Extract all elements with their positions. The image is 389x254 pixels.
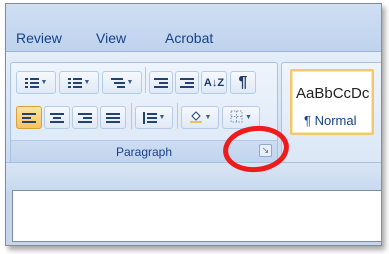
numbering-icon xyxy=(67,77,82,89)
numbering-button[interactable]: ▼ xyxy=(59,71,99,94)
style-name: ¶ Normal xyxy=(304,113,357,128)
bullets-button[interactable]: ▼ xyxy=(16,71,56,94)
center-button[interactable] xyxy=(44,106,70,129)
word-window: Review View Acrobat ▼ ▼ ▼ A↓Z ¶ ▼ ▼ ▼ Pa… xyxy=(5,3,382,246)
shading-button[interactable]: ▼ xyxy=(181,106,219,129)
pilcrow-icon: ¶ xyxy=(238,73,248,91)
align-right-icon xyxy=(78,112,92,124)
align-left-button[interactable] xyxy=(16,106,42,129)
document-background xyxy=(6,162,381,192)
divider xyxy=(145,67,146,93)
justify-button[interactable] xyxy=(100,106,126,129)
chevron-down-icon: ▼ xyxy=(126,79,134,86)
tab-review[interactable]: Review xyxy=(16,30,62,46)
divider xyxy=(177,103,178,129)
paint-bucket-icon xyxy=(189,109,203,126)
chevron-down-icon: ▼ xyxy=(40,79,48,86)
multilevel-list-button[interactable]: ▼ xyxy=(102,71,142,94)
document-page[interactable] xyxy=(12,190,381,242)
decrease-indent-icon xyxy=(154,77,168,89)
increase-indent-icon xyxy=(180,77,194,89)
style-normal[interactable]: AaBbCcDc ¶ Normal xyxy=(290,69,374,135)
sort-icon: A↓Z xyxy=(203,76,225,89)
line-spacing-button[interactable]: ▼ xyxy=(135,106,173,129)
divider xyxy=(131,103,132,129)
border-icon xyxy=(230,110,243,126)
show-formatting-button[interactable]: ¶ xyxy=(230,71,256,94)
style-sample-text: AaBbCcDc xyxy=(296,85,370,102)
align-center-icon xyxy=(50,112,64,124)
tab-view[interactable]: View xyxy=(96,30,126,46)
align-left-icon xyxy=(22,112,36,124)
chevron-down-icon: ▼ xyxy=(204,114,212,121)
bullets-icon xyxy=(24,77,39,89)
chevron-down-icon: ▼ xyxy=(245,114,252,121)
align-right-button[interactable] xyxy=(72,106,98,129)
multilevel-list-icon xyxy=(110,77,125,89)
chevron-down-icon: ▼ xyxy=(158,114,166,121)
ribbon-home-panel: ▼ ▼ ▼ A↓Z ¶ ▼ ▼ ▼ Paragraph ↘ AaBbCcDc ¶… xyxy=(6,51,381,164)
sort-button[interactable]: A↓Z xyxy=(201,71,227,94)
chevron-down-icon: ▼ xyxy=(83,79,91,86)
decrease-indent-button[interactable] xyxy=(149,71,173,94)
justify-icon xyxy=(106,112,120,124)
tab-acrobat[interactable]: Acrobat xyxy=(165,30,213,46)
ribbon-tabs: Review View Acrobat xyxy=(6,4,381,51)
increase-indent-button[interactable] xyxy=(175,71,199,94)
line-spacing-icon xyxy=(142,111,157,124)
styles-group: AaBbCcDc ¶ Normal xyxy=(281,62,381,164)
